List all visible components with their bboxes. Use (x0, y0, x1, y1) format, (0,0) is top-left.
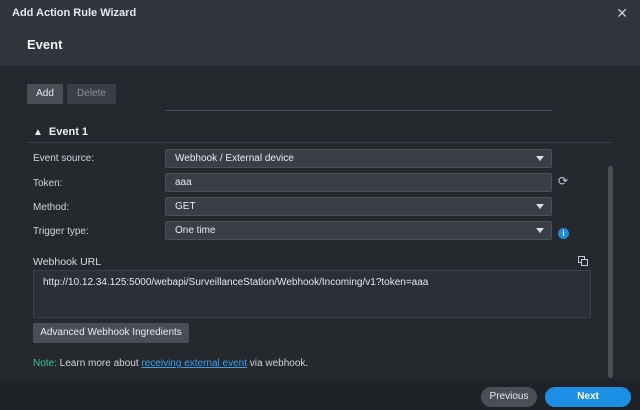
add-button[interactable]: Add (27, 84, 63, 104)
note-text: Note: Learn more about receiving externa… (33, 358, 308, 369)
event-source-value: Webhook / External device (175, 153, 294, 164)
note-after: via webhook. (247, 358, 309, 369)
advanced-webhook-ingredients-button[interactable]: Advanced Webhook Ingredients (33, 323, 189, 343)
info-icon[interactable]: i (558, 228, 569, 239)
webhook-url-text: http://10.12.34.125:5000/webapi/Surveill… (43, 277, 429, 288)
title-bar: Add Action Rule Wizard ✕ Event (0, 0, 640, 66)
event-section-header[interactable]: ▲ Event 1 (33, 126, 88, 138)
event-source-label: Event source: (33, 153, 95, 164)
event-source-select[interactable]: Webhook / External device (165, 149, 552, 168)
event-section-title: Event 1 (48, 126, 89, 138)
trigger-type-label: Trigger type: (33, 226, 89, 237)
note-before: Learn more about (56, 358, 142, 369)
footer (0, 380, 640, 410)
delete-button[interactable]: Delete (67, 84, 116, 104)
refresh-icon[interactable]: ⟳ (558, 174, 568, 188)
dropdown-caret-icon (536, 156, 544, 161)
next-button[interactable]: Next (545, 387, 631, 407)
section-divider (27, 142, 612, 143)
method-label: Method: (33, 202, 70, 213)
wizard-window: Add Action Rule Wizard ✕ Event Add Delet… (0, 0, 640, 410)
trigger-type-value: One time (175, 225, 216, 236)
token-label: Token: (33, 178, 63, 189)
method-select[interactable]: GET (165, 197, 552, 216)
copy-icon[interactable] (578, 256, 588, 266)
chevron-up-icon: ▲ (33, 127, 43, 138)
token-input[interactable]: aaa (165, 173, 552, 192)
window-title: Add Action Rule Wizard (12, 7, 137, 19)
webhook-url-label: Webhook URL (33, 256, 102, 268)
dropdown-caret-icon (536, 228, 544, 233)
receiving-external-event-link[interactable]: receiving external event (141, 358, 247, 369)
trigger-type-select[interactable]: One time (165, 221, 552, 240)
divider (165, 110, 552, 111)
note-prefix: Note: (33, 358, 57, 369)
scrollbar[interactable] (608, 166, 613, 378)
step-title: Event (27, 37, 63, 52)
method-value: GET (175, 201, 196, 212)
webhook-url-box[interactable]: http://10.12.34.125:5000/webapi/Surveill… (33, 270, 591, 318)
token-value: aaa (175, 177, 192, 188)
previous-button[interactable]: Previous (481, 387, 537, 407)
dropdown-caret-icon (536, 204, 544, 209)
close-icon[interactable]: ✕ (616, 5, 628, 22)
